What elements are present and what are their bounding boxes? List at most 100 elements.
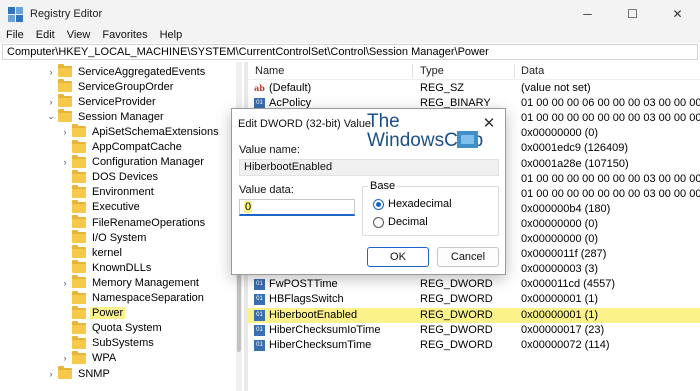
folder-icon: [72, 335, 86, 349]
menu-favorites[interactable]: Favorites: [102, 29, 147, 41]
tree-item[interactable]: SubSystems: [60, 335, 156, 351]
value-row[interactable]: 01 HiberChecksumIoTime REG_DWORD 0x00000017…: [248, 323, 700, 338]
value-data: 0x00000003 (3): [521, 263, 599, 276]
folder-icon: [72, 124, 86, 138]
tree-item-label: FileRenameOperations: [92, 216, 206, 229]
binary-value-icon: 01: [254, 309, 265, 321]
column-header-data[interactable]: Data: [521, 65, 544, 77]
menu-file[interactable]: File: [6, 29, 24, 41]
ok-button[interactable]: OK: [367, 247, 429, 267]
tree-item-label: WPA: [92, 352, 117, 365]
address-bar[interactable]: Computer\HKEY_LOCAL_MACHINE\SYSTEM\Curre…: [2, 44, 698, 60]
tree-item[interactable]: › Memory Management: [60, 275, 201, 290]
folder-icon: [72, 199, 86, 213]
folder-icon: [72, 275, 86, 289]
value-data: 0x0000011f (287): [521, 248, 607, 261]
close-button[interactable]: ✕: [655, 0, 700, 27]
folder-icon: [58, 94, 72, 108]
binary-value-icon: 01: [254, 339, 265, 351]
tree-item[interactable]: Quota System: [60, 320, 164, 336]
chevron-right-icon[interactable]: ›: [60, 278, 70, 288]
folder-icon: [72, 350, 86, 364]
tree-item[interactable]: › ApiSetSchemaExtensions: [60, 124, 221, 139]
folder-icon: [72, 184, 86, 198]
value-row[interactable]: 01 HBFlagsSwitch REG_DWORD 0x00000001 (1): [248, 292, 700, 307]
radio-decimal[interactable]: Decimal: [373, 216, 428, 228]
minimize-button[interactable]: ─: [565, 0, 610, 27]
value-row[interactable]: 01 HiberbootEnabled REG_DWORD 0x00000001 (1…: [248, 307, 700, 323]
column-header-name[interactable]: Name: [255, 65, 284, 77]
tree-item[interactable]: kernel: [60, 245, 124, 260]
folder-icon: [72, 320, 86, 334]
value-row[interactable]: 01 FwPOSTTime REG_DWORD 0x000011cd (4557): [248, 277, 700, 292]
value-data: (value not set): [521, 82, 591, 94]
tree-item[interactable]: I/O System: [60, 230, 148, 245]
tree-item[interactable]: › WPA: [60, 350, 118, 366]
tree-item-label: DOS Devices: [92, 171, 159, 184]
radio-hexadecimal[interactable]: Hexadecimal: [373, 198, 452, 210]
binary-value-icon: 01: [254, 294, 265, 306]
tree-item-label: ApiSetSchemaExtensions: [92, 125, 219, 138]
tree-item-label: AppCompatCache: [92, 141, 182, 153]
menu-edit[interactable]: Edit: [36, 29, 55, 41]
value-data: 0x00000001 (1): [521, 293, 599, 306]
folder-icon: [72, 245, 86, 259]
cancel-button[interactable]: Cancel: [437, 247, 499, 267]
value-data-label: Value data:: [239, 184, 294, 196]
tree-item[interactable]: › ServiceProvider: [46, 94, 158, 109]
list-header: Name Type Data: [248, 62, 700, 80]
folder-icon: [72, 290, 86, 304]
column-header-type[interactable]: Type: [420, 65, 444, 77]
chevron-right-icon[interactable]: ›: [60, 353, 70, 363]
tree-item[interactable]: DOS Devices: [60, 169, 160, 185]
value-data: 0x00000072 (114): [521, 338, 610, 351]
tree-item[interactable]: › Configuration Manager: [60, 154, 206, 170]
value-data-input[interactable]: 0: [239, 199, 355, 216]
radio-decimal-indicator[interactable]: [373, 216, 384, 228]
value-data-text: 0: [244, 201, 253, 213]
tree-item[interactable]: ServiceGroupOrder: [46, 79, 175, 94]
value-type: REG_DWORD: [420, 338, 493, 351]
tree-item[interactable]: KnownDLLs: [60, 260, 153, 275]
tree-item[interactable]: Power: [60, 305, 126, 321]
radio-decimal-label: Decimal: [388, 216, 428, 228]
chevron-down-icon[interactable]: ⌄: [46, 111, 56, 122]
dialog-close-button[interactable]: ✕: [481, 114, 497, 132]
chevron-right-icon[interactable]: ›: [46, 97, 56, 107]
value-row[interactable]: ab (Default) REG_SZ (value not set): [248, 81, 700, 96]
registry-editor-icon: [8, 6, 23, 22]
column-separator[interactable]: [514, 64, 515, 78]
tree-item[interactable]: FileRenameOperations: [60, 215, 207, 230]
tree-item[interactable]: ⌄ Session Manager: [46, 109, 166, 124]
dialog-title: Edit DWORD (32-bit) Value: [238, 118, 372, 130]
tree-item-label: SubSystems: [92, 337, 154, 350]
tree-item[interactable]: AppCompatCache: [60, 139, 184, 155]
tree-item[interactable]: › SNMP: [46, 366, 112, 381]
tree-item-label: ServiceGroupOrder: [78, 80, 174, 93]
radio-hexadecimal-indicator[interactable]: [373, 198, 384, 210]
value-data: 0x00000000 (0): [521, 127, 599, 140]
folder-icon: [72, 230, 86, 244]
tree-item[interactable]: NamespaceSeparation: [60, 290, 206, 306]
folder-icon: [58, 79, 72, 93]
base-group-label: Base: [368, 180, 398, 192]
value-name: (Default): [269, 82, 312, 94]
chevron-right-icon[interactable]: ›: [46, 369, 56, 379]
tree-item-label: I/O System: [92, 231, 147, 244]
tree-item[interactable]: Environment: [60, 184, 156, 200]
window-title: Registry Editor: [30, 7, 103, 20]
menu-help[interactable]: Help: [160, 29, 183, 41]
value-data: 0x00000001 (1): [521, 308, 599, 321]
value-row[interactable]: 01 HiberChecksumTime REG_DWORD 0x00000072 (…: [248, 338, 700, 353]
chevron-right-icon[interactable]: ›: [60, 127, 70, 137]
value-name: HBFlagsSwitch: [269, 293, 344, 306]
tree-scroll-thumb[interactable]: [237, 272, 241, 352]
folder-icon: [72, 215, 86, 228]
maximize-button[interactable]: ☐: [610, 0, 655, 27]
tree-item[interactable]: Executive: [60, 199, 142, 215]
chevron-right-icon[interactable]: ›: [60, 157, 70, 167]
tree-item[interactable]: › ServiceAggregatedEvents: [46, 64, 207, 79]
column-separator[interactable]: [412, 64, 413, 78]
menu-view[interactable]: View: [67, 29, 91, 41]
chevron-right-icon[interactable]: ›: [46, 67, 56, 77]
